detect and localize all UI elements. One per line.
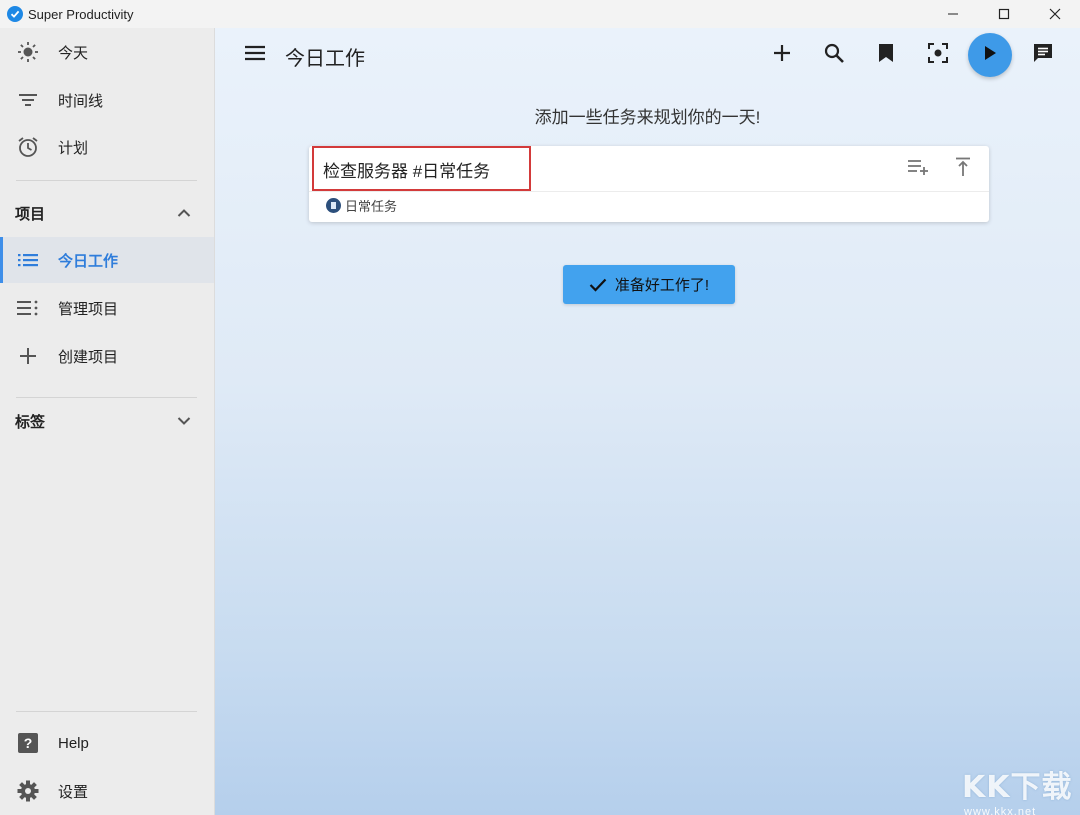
sidebar-item-manage-projects[interactable]: 管理项目 [0, 285, 214, 331]
divider [16, 397, 197, 398]
sun-icon [17, 41, 39, 63]
sidebar-item-label: 今天 [58, 44, 89, 62]
divider [16, 180, 197, 181]
focus-mode-button[interactable] [925, 42, 951, 68]
alarm-clock-icon [17, 136, 39, 158]
ready-to-work-button[interactable]: 准备好工作了! [563, 265, 735, 304]
sidebar: 今天 时间线 计划 项目 今日工作 管理项目 创建项目 标签 ? Help 设置 [0, 28, 215, 815]
playlist-add-icon [907, 158, 931, 181]
sidebar-item-create-project[interactable]: 创建项目 [0, 333, 214, 379]
tag-label: 日常任务 [345, 198, 398, 214]
search-button[interactable] [821, 42, 847, 68]
sidebar-item-label: 今日工作 [58, 252, 119, 270]
menu-button[interactable] [243, 44, 267, 66]
add-task-card: 检查服务器 #日常任务 日常任务 [309, 146, 989, 222]
add-task-button[interactable] [769, 42, 795, 68]
hamburger-icon [244, 45, 266, 66]
empty-state-headline: 添加一些任务来规划你的一天! [534, 108, 761, 127]
chat-icon [1032, 42, 1054, 69]
sidebar-item-label: 计划 [58, 139, 89, 157]
sidebar-item-schedule[interactable]: 计划 [0, 124, 214, 170]
sidebar-item-label: Help [58, 734, 89, 752]
main-content: 今日工作 添加一些任务来规划你的一天! 检查服务器 #日常任务 日常任务 准备好… [215, 28, 1080, 815]
title-bar: Super Productivity [0, 0, 1080, 28]
add-to-top-button[interactable] [950, 156, 976, 182]
search-icon [824, 43, 844, 68]
help-icon: ? [17, 732, 39, 754]
play-icon [983, 45, 997, 66]
list-icon [17, 249, 39, 271]
sidebar-item-help[interactable]: ? Help [0, 720, 214, 766]
task-input[interactable]: 检查服务器 #日常任务 [323, 157, 490, 182]
tag-chip[interactable]: 日常任务 [326, 196, 397, 214]
bookmark-button[interactable] [873, 42, 899, 68]
top-bar: 今日工作 [215, 28, 1080, 82]
minimize-button[interactable] [927, 0, 978, 28]
chevron-down-icon [174, 411, 194, 431]
bookmark-icon [878, 43, 894, 68]
ready-button-label: 准备好工作了! [614, 277, 710, 294]
tags-header-label: 标签 [15, 413, 46, 431]
sidebar-item-today-work[interactable]: 今日工作 [0, 237, 214, 283]
svg-text:?: ? [24, 735, 33, 751]
watermark-url: www.kkx.net [964, 806, 1037, 815]
chevron-up-icon [174, 203, 194, 223]
sidebar-item-today[interactable]: 今天 [0, 29, 214, 75]
page-title: 今日工作 [285, 48, 365, 70]
gear-icon [17, 780, 39, 802]
watermark: KK下载 www.kkx.net [962, 762, 1077, 815]
add-to-bottom-button[interactable] [906, 156, 932, 182]
manage-list-icon [17, 297, 39, 319]
projects-header-label: 项目 [15, 205, 46, 223]
focus-icon [928, 42, 948, 68]
check-icon [589, 278, 607, 292]
plus-icon [17, 345, 39, 367]
app-logo-icon [7, 6, 23, 22]
divider [16, 711, 197, 712]
sidebar-item-label: 管理项目 [58, 300, 119, 318]
maximize-button[interactable] [978, 0, 1029, 28]
add-icon [773, 44, 791, 67]
tags-section-header[interactable]: 标签 [0, 401, 214, 441]
watermark-logo: KK下载 [962, 770, 1073, 805]
projects-section-header[interactable]: 项目 [0, 193, 214, 233]
sidebar-item-settings[interactable]: 设置 [0, 768, 214, 814]
start-tracking-button[interactable] [968, 33, 1012, 77]
app-title: Super Productivity [28, 6, 134, 22]
sidebar-item-timeline[interactable]: 时间线 [0, 77, 214, 123]
sidebar-item-label: 设置 [58, 783, 89, 801]
divider [309, 191, 989, 192]
vertical-align-top-icon [954, 157, 972, 182]
sidebar-item-label: 时间线 [58, 92, 104, 110]
filter-list-icon [17, 89, 39, 111]
close-button[interactable] [1029, 0, 1080, 28]
tag-icon [326, 197, 341, 213]
sidebar-item-label: 创建项目 [58, 348, 119, 366]
notes-button[interactable] [1030, 42, 1056, 68]
